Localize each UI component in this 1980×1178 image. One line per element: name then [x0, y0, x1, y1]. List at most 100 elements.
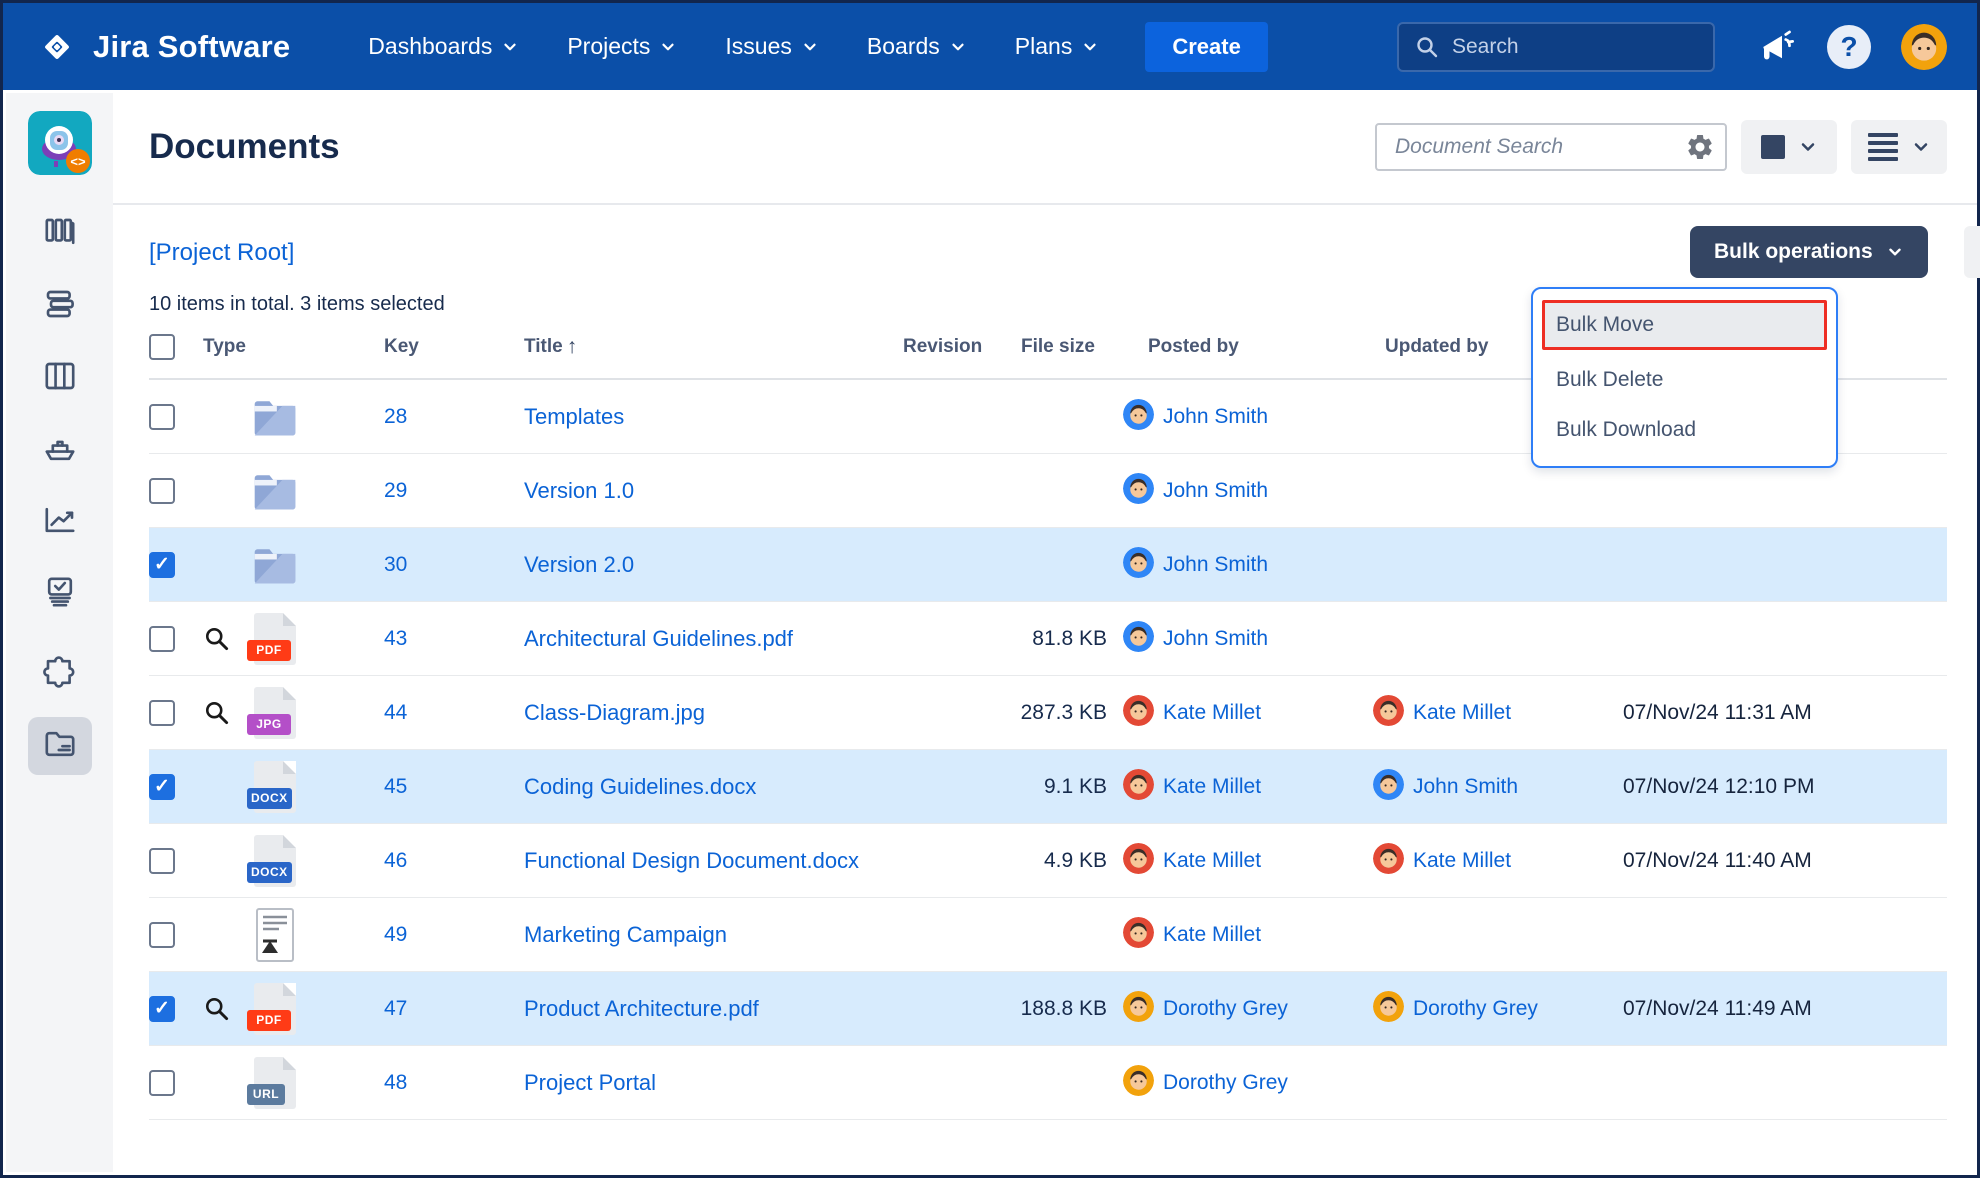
title-link[interactable]: Version 1.0: [524, 478, 634, 504]
title-link[interactable]: Templates: [524, 404, 624, 430]
user-link[interactable]: John Smith: [1163, 553, 1268, 577]
row-checkbox[interactable]: ✓: [149, 995, 175, 1022]
kate-avatar-icon: [1123, 916, 1154, 953]
key-link[interactable]: 45: [384, 775, 407, 799]
url-badge: URL: [247, 1083, 285, 1105]
nav-menu-dashboards[interactable]: Dashboards: [368, 33, 519, 60]
bulk-operations-button[interactable]: Bulk operations: [1690, 226, 1928, 278]
updated-date: 07/Nov/24 11:49 AM: [1623, 996, 1812, 1020]
preview-magnifier-icon[interactable]: [203, 625, 230, 652]
select-all-checkbox[interactable]: [149, 334, 175, 360]
sidebar-item-ship[interactable]: [28, 421, 92, 479]
row-checkbox[interactable]: [149, 847, 175, 874]
document-search-input[interactable]: [1395, 134, 1685, 159]
column-header-type[interactable]: Type: [203, 336, 384, 358]
megaphone-icon[interactable]: [1757, 27, 1797, 67]
user-link[interactable]: Kate Millet: [1413, 849, 1511, 873]
key-link[interactable]: 28: [384, 405, 407, 429]
navbar-search-input[interactable]: Search: [1397, 21, 1715, 72]
sidebar-item-stack[interactable]: [28, 277, 92, 335]
key-link[interactable]: 47: [384, 997, 407, 1021]
title-link[interactable]: Architectural Guidelines.pdf: [524, 626, 793, 652]
title-link[interactable]: Class-Diagram.jpg: [524, 700, 705, 726]
user-link[interactable]: John Smith: [1163, 405, 1268, 429]
row-checkbox[interactable]: [149, 477, 175, 504]
title-header-label: Title: [524, 336, 563, 357]
folder-file-type-icon: [251, 389, 299, 445]
nav-menu-projects[interactable]: Projects: [567, 33, 677, 60]
column-header-key[interactable]: Key: [384, 336, 524, 358]
create-button[interactable]: Create: [1145, 21, 1268, 72]
title-link[interactable]: Version 2.0: [524, 552, 634, 578]
column-header-revision[interactable]: Revision: [903, 336, 1003, 358]
title-link[interactable]: Product Architecture.pdf: [524, 996, 759, 1022]
menu-item-bulk-move[interactable]: Bulk Move: [1542, 300, 1827, 350]
search-settings-gear-icon[interactable]: [1685, 132, 1715, 162]
column-header-file-size[interactable]: File size: [1003, 336, 1123, 358]
menu-item-bulk-delete[interactable]: Bulk Delete: [1542, 355, 1827, 405]
row-checkbox[interactable]: [149, 921, 175, 948]
user-link[interactable]: John Smith: [1163, 627, 1268, 651]
title-link[interactable]: Project Portal: [524, 1070, 656, 1096]
breadcrumb-project-root-link[interactable]: [Project Root]: [149, 239, 294, 266]
help-icon[interactable]: ?: [1827, 24, 1871, 69]
user-link[interactable]: Kate Millet: [1413, 701, 1511, 725]
preview-magnifier-icon[interactable]: [203, 995, 230, 1022]
column-header-posted-by[interactable]: Posted by: [1123, 336, 1373, 358]
column-header-title[interactable]: Title ↑: [524, 335, 903, 359]
row-checkbox[interactable]: ✓: [149, 773, 175, 800]
nav-menu-issues[interactable]: Issues: [725, 33, 818, 60]
sidebar-item-puzzle[interactable]: [28, 645, 92, 703]
user-link[interactable]: Dorothy Grey: [1163, 1071, 1288, 1095]
list-view-dropdown-button[interactable]: [1851, 119, 1947, 174]
add-button[interactable]: Add: [1964, 226, 1980, 278]
sidebar-item-book[interactable]: [28, 205, 92, 263]
row-checkbox[interactable]: [149, 625, 175, 652]
menu-item-bulk-download[interactable]: Bulk Download: [1542, 405, 1827, 455]
user-link[interactable]: Kate Millet: [1163, 923, 1261, 947]
table-row: PDF 43 Architectural Guidelines.pdf 81.8…: [149, 602, 1947, 676]
project-avatar[interactable]: <>: [27, 111, 92, 175]
row-checkbox[interactable]: ✓: [149, 551, 175, 578]
key-link[interactable]: 29: [384, 479, 407, 503]
key-link[interactable]: 46: [384, 849, 407, 873]
document-search-box: [1375, 122, 1727, 171]
user-link[interactable]: Dorothy Grey: [1413, 997, 1538, 1021]
user-link[interactable]: John Smith: [1413, 775, 1518, 799]
sidebar-item-documents-folder[interactable]: [27, 717, 92, 775]
title-link[interactable]: Coding Guidelines.docx: [524, 774, 756, 800]
preview-magnifier-icon[interactable]: [203, 699, 230, 726]
book-icon: [42, 214, 78, 255]
sidebar-item-issues[interactable]: [28, 565, 92, 623]
chevron-down-icon: [504, 43, 516, 50]
user-link[interactable]: Dorothy Grey: [1163, 997, 1288, 1021]
chevron-down-icon: [1801, 142, 1814, 151]
main-content: Documents [Project Root] 10 items in tot…: [113, 90, 1980, 1120]
nav-menu-plans[interactable]: Plans: [1015, 33, 1100, 60]
sidebar-item-chart[interactable]: [28, 493, 92, 551]
sidebar-item-board-columns[interactable]: [28, 349, 92, 407]
brand-title: Jira Software: [93, 28, 291, 64]
user-link[interactable]: Kate Millet: [1163, 849, 1261, 873]
nav-menu-label: Boards: [866, 33, 940, 59]
key-link[interactable]: 44: [384, 701, 407, 725]
sort-ascending-icon: ↑: [566, 335, 578, 358]
key-link[interactable]: 30: [384, 553, 407, 577]
user-link[interactable]: Kate Millet: [1163, 701, 1261, 725]
key-link[interactable]: 49: [384, 923, 407, 947]
row-checkbox[interactable]: [149, 403, 175, 430]
title-link[interactable]: Functional Design Document.docx: [524, 848, 859, 874]
user-avatar[interactable]: [1901, 23, 1947, 70]
key-link[interactable]: 48: [384, 1071, 407, 1095]
nav-menu-boards[interactable]: Boards: [867, 33, 967, 60]
user-link[interactable]: John Smith: [1163, 479, 1268, 503]
updated-date: 07/Nov/24 11:40 AM: [1623, 848, 1812, 872]
user-link[interactable]: Kate Millet: [1163, 775, 1261, 799]
key-link[interactable]: 43: [384, 627, 407, 651]
title-link[interactable]: Marketing Campaign: [524, 922, 727, 948]
row-checkbox[interactable]: [149, 699, 175, 726]
jira-logo-icon[interactable]: [35, 25, 79, 69]
tile-view-dropdown-button[interactable]: [1741, 119, 1837, 174]
avatar: [1123, 620, 1154, 652]
row-checkbox[interactable]: [149, 1069, 175, 1096]
